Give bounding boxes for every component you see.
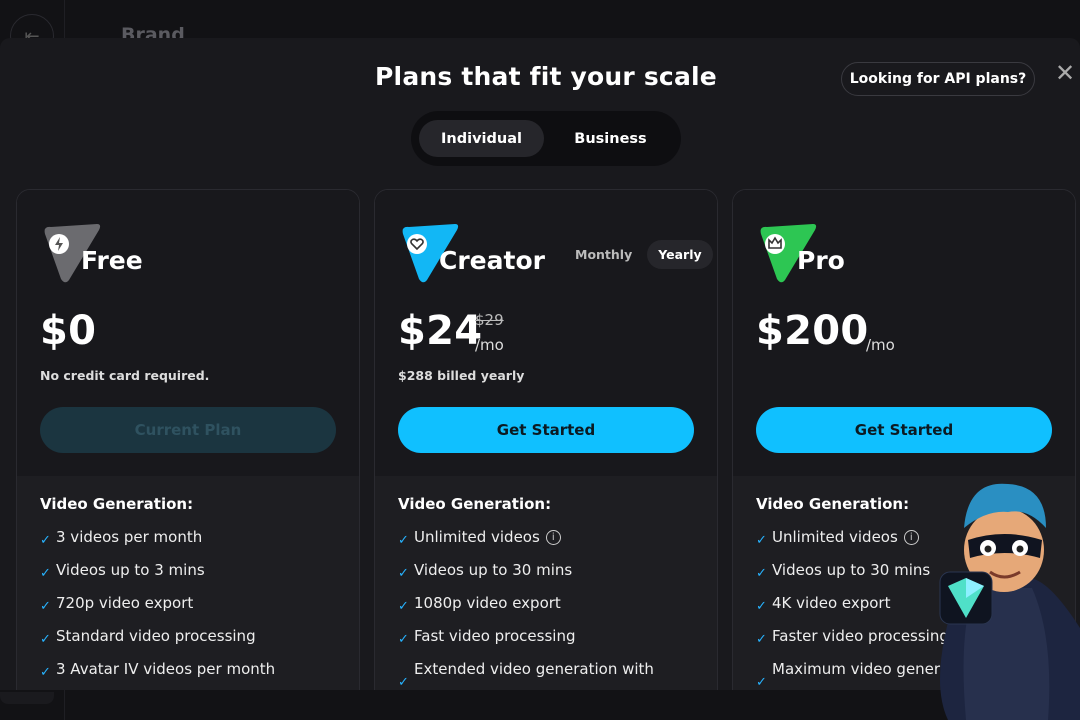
check-icon: ✓	[398, 566, 409, 581]
list-item: ✓ Extended video generation with	[398, 659, 698, 690]
check-icon: ✓	[40, 632, 51, 647]
billing-toggle: Monthly Yearly	[564, 240, 713, 269]
plan-name: Creator	[439, 246, 545, 275]
current-plan-button[interactable]: Current Plan	[40, 407, 336, 453]
list-item: ✓ Videos up to 3 mins	[40, 560, 340, 593]
list-item: ✓ 1080p video export	[398, 593, 698, 626]
features-title: Video Generation:	[756, 495, 910, 513]
list-item: ✓ 3 Avatar IV videos per month	[40, 659, 340, 690]
feature-list: ✓ Unlimited videos i ✓ Videos up to 30 mins…	[398, 527, 698, 690]
plan-card-free: Free $0 No credit card required. Current…	[16, 189, 360, 690]
list-item: ✓ Unlimited videos i	[398, 527, 698, 560]
features-title: Video Generation:	[40, 495, 194, 513]
sidebar-bottom	[0, 692, 54, 704]
list-item: ✓ Videos up to 30 mins	[398, 560, 698, 593]
info-icon[interactable]: i	[545, 530, 561, 545]
check-icon: ✓	[756, 599, 767, 614]
pricing-modal: Plans that fit your scale Looking for AP…	[0, 38, 1080, 690]
plan-type-toggle: Individual Business	[411, 111, 681, 166]
check-icon: ✓	[398, 599, 409, 614]
billing-yearly[interactable]: Yearly	[647, 240, 713, 269]
features-title: Video Generation:	[398, 495, 552, 513]
plan-name: Free	[81, 246, 143, 275]
check-icon: ✓	[40, 533, 51, 548]
list-item: ✓ Standard video processing	[40, 626, 340, 659]
price-note: No credit card required.	[40, 368, 210, 383]
check-icon: ✓	[398, 675, 409, 690]
plan-card-creator: Creator Monthly Yearly $24 $29 /mo $288 …	[374, 189, 718, 690]
price-period: /mo	[475, 336, 504, 354]
list-item: ✓ 720p video export	[40, 593, 340, 626]
tab-business[interactable]: Business	[548, 120, 673, 157]
info-icon[interactable]: i	[903, 530, 919, 545]
old-price: $29	[475, 311, 504, 329]
plan-name: Pro	[797, 246, 845, 275]
plan-price: $0	[40, 308, 97, 354]
close-icon[interactable]: ✕	[1052, 60, 1078, 86]
tab-individual[interactable]: Individual	[419, 120, 544, 157]
list-item: ✓ Fast video processing	[398, 626, 698, 659]
get-started-button[interactable]: Get Started	[398, 407, 694, 453]
check-icon: ✓	[40, 665, 51, 680]
check-icon: ✓	[40, 599, 51, 614]
check-icon: ✓	[756, 566, 767, 581]
get-started-button[interactable]: Get Started	[756, 407, 1052, 453]
check-icon: ✓	[756, 632, 767, 647]
check-icon: ✓	[756, 533, 767, 548]
check-icon: ✓	[398, 632, 409, 647]
check-icon: ✓	[398, 533, 409, 548]
mascot-avatar	[939, 483, 1080, 720]
api-plans-button[interactable]: Looking for API plans?	[841, 62, 1035, 96]
price-period: /mo	[866, 336, 895, 354]
check-icon: ✓	[40, 566, 51, 581]
list-item: ✓ 3 videos per month	[40, 527, 340, 560]
price-note: $288 billed yearly	[398, 368, 525, 383]
billing-monthly[interactable]: Monthly	[564, 240, 643, 269]
plan-price: $24	[398, 308, 483, 354]
plan-price: $200	[756, 308, 869, 354]
feature-list: ✓ 3 videos per month ✓ Videos up to 3 mins…	[40, 527, 340, 690]
check-icon: ✓	[756, 675, 767, 690]
